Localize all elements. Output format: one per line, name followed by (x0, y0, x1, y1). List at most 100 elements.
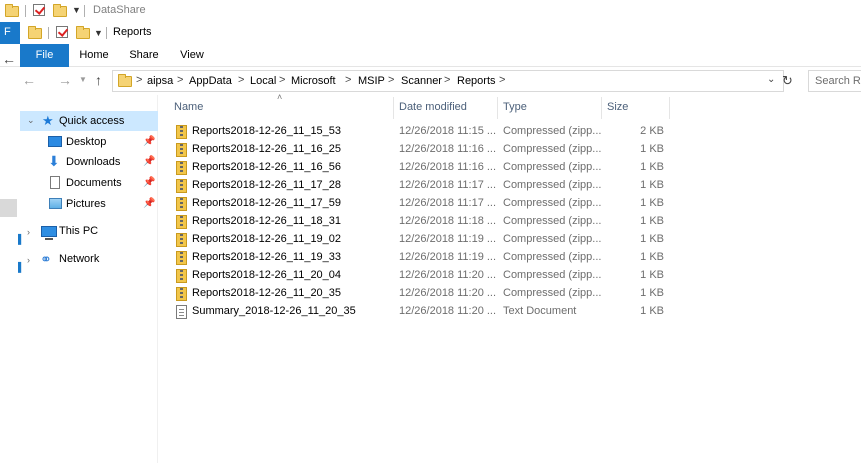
pin-icon: 📌 (143, 177, 156, 188)
zip-file-icon (176, 269, 187, 283)
file-row[interactable]: Reports2018-12-26_11_17_59 12/26/2018 11… (170, 195, 670, 213)
file-size: 2 KB (640, 125, 664, 137)
breadcrumb-separator: > (238, 74, 245, 86)
file-name[interactable]: Summary_2018-12-26_11_20_35 (192, 305, 356, 317)
new-folder-icon[interactable] (53, 4, 67, 17)
sidebar-item-downloads[interactable]: Downloads (66, 156, 120, 168)
folder-icon (28, 26, 42, 39)
file-type: Compressed (zipp... (503, 161, 602, 173)
file-row[interactable]: Reports2018-12-26_11_16_56 12/26/2018 11… (170, 159, 670, 177)
file-row[interactable]: Reports2018-12-26_11_19_02 12/26/2018 11… (170, 231, 670, 249)
file-date-modified: 12/26/2018 11:19 ... (399, 233, 497, 245)
file-row[interactable]: Reports2018-12-26_11_20_35 12/26/2018 11… (170, 285, 670, 303)
background-window-titlebar: ▼ DataShare (0, 0, 861, 22)
file-row[interactable]: Summary_2018-12-26_11_20_35 12/26/2018 1… (170, 303, 670, 321)
column-header-date-modified[interactable]: Date modified (399, 101, 467, 113)
file-row[interactable]: Reports2018-12-26_11_15_53 12/26/2018 11… (170, 123, 670, 141)
background-window-marker: ▌ (18, 262, 25, 272)
column-header-size[interactable]: Size (607, 101, 628, 113)
file-row[interactable]: Reports2018-12-26_11_18_31 12/26/2018 11… (170, 213, 670, 231)
up-button[interactable]: ↑ (95, 72, 102, 88)
file-row[interactable]: Reports2018-12-26_11_17_28 12/26/2018 11… (170, 177, 670, 195)
chevron-right-icon[interactable]: › (27, 255, 30, 265)
desktop-icon (48, 136, 62, 147)
text-file-icon (176, 305, 187, 319)
breadcrumb-scanner[interactable]: Scanner (401, 75, 442, 87)
file-row[interactable]: Reports2018-12-26_11_20_04 12/26/2018 11… (170, 267, 670, 285)
file-name[interactable]: Reports2018-12-26_11_17_28 (192, 179, 341, 191)
properties-check-icon[interactable] (33, 4, 45, 16)
file-name[interactable]: Reports2018-12-26_11_18_31 (192, 215, 341, 227)
tab-file[interactable]: File (20, 44, 69, 67)
file-name[interactable]: Reports2018-12-26_11_20_04 (192, 269, 341, 281)
sidebar-item-desktop[interactable]: Desktop (66, 136, 106, 148)
sidebar-item-documents[interactable]: Documents (66, 177, 122, 189)
zip-file-icon (176, 251, 187, 265)
file-name[interactable]: Reports2018-12-26_11_15_53 (192, 125, 341, 137)
sidebar-item-pictures[interactable]: Pictures (66, 198, 106, 210)
folder-icon (118, 74, 132, 87)
quick-access-toolbar-dropdown-icon[interactable]: ▼ (94, 28, 103, 38)
zip-file-icon (176, 125, 187, 139)
file-size: 1 KB (640, 233, 664, 245)
column-header-type[interactable]: Type (503, 101, 527, 113)
refresh-button[interactable]: ↻ (782, 73, 793, 89)
column-divider[interactable] (393, 97, 394, 119)
tab-share[interactable]: Share (124, 44, 164, 67)
forward-button[interactable]: → (58, 72, 72, 88)
address-bar[interactable]: > aipsa > AppData > Local > Microsoft > … (112, 70, 784, 92)
column-headers: Name Date modified Type Size (170, 97, 670, 119)
breadcrumb-appdata[interactable]: AppData (189, 75, 232, 87)
breadcrumb-reports[interactable]: Reports (457, 75, 496, 87)
file-date-modified: 12/26/2018 11:15 ... (399, 125, 497, 137)
file-name[interactable]: Reports2018-12-26_11_19_02 (192, 233, 341, 245)
sidebar-item-quick-access[interactable]: Quick access (59, 115, 124, 127)
this-pc-icon (41, 226, 57, 237)
breadcrumb-local[interactable]: Local (250, 75, 276, 87)
background-window-edge (0, 199, 17, 217)
breadcrumb-aipsa[interactable]: aipsa (147, 75, 173, 87)
window-titlebar: ▼ Reports (0, 22, 861, 44)
breadcrumb-separator: > (345, 74, 352, 86)
background-window-marker: ▌ (18, 234, 25, 244)
breadcrumb-msip[interactable]: MSIP (358, 75, 385, 87)
tab-home[interactable]: Home (74, 44, 114, 67)
recent-locations-dropdown-icon[interactable]: ▼ (79, 75, 87, 84)
quick-access-toolbar-dropdown-icon[interactable]: ▼ (72, 5, 81, 15)
column-divider[interactable] (601, 97, 602, 119)
file-date-modified: 12/26/2018 11:20 ... (399, 269, 497, 281)
file-size: 1 KB (640, 179, 664, 191)
breadcrumb-separator: > (388, 74, 395, 86)
address-history-dropdown-icon[interactable]: ⌄ (767, 74, 775, 85)
column-divider[interactable] (497, 97, 498, 119)
column-divider[interactable] (669, 97, 670, 119)
properties-check-icon[interactable] (56, 26, 68, 38)
file-name[interactable]: Reports2018-12-26_11_20_35 (192, 287, 341, 299)
file-row[interactable]: Reports2018-12-26_11_19_33 12/26/2018 11… (170, 249, 670, 267)
chevron-down-icon[interactable]: ⌄ (27, 115, 35, 126)
file-date-modified: 12/26/2018 11:17 ... (399, 197, 497, 209)
file-name[interactable]: Reports2018-12-26_11_19_33 (192, 251, 341, 263)
new-folder-icon[interactable] (76, 26, 90, 39)
sidebar-item-network[interactable]: Network (59, 253, 99, 265)
file-type: Compressed (zipp... (503, 125, 602, 137)
file-type: Compressed (zipp... (503, 287, 602, 299)
file-name[interactable]: Reports2018-12-26_11_16_25 (192, 143, 341, 155)
sidebar-item-this-pc[interactable]: This PC (59, 225, 98, 237)
file-size: 1 KB (640, 161, 664, 173)
file-row[interactable]: Reports2018-12-26_11_16_25 12/26/2018 11… (170, 141, 670, 159)
pin-icon: 📌 (143, 198, 156, 209)
search-input[interactable]: Search Rep (808, 70, 861, 92)
toolbar-divider (84, 5, 85, 17)
file-name[interactable]: Reports2018-12-26_11_16_56 (192, 161, 341, 173)
file-name[interactable]: Reports2018-12-26_11_17_59 (192, 197, 341, 209)
file-size: 1 KB (640, 269, 664, 281)
back-button[interactable]: ← (22, 72, 36, 88)
background-file-menu-tab[interactable]: F (0, 22, 20, 44)
breadcrumb-microsoft[interactable]: Microsoft (291, 75, 336, 87)
chevron-right-icon[interactable]: › (27, 227, 30, 237)
column-header-name[interactable]: Name (174, 101, 203, 113)
file-size: 1 KB (640, 197, 664, 209)
tab-view[interactable]: View (172, 44, 212, 67)
background-back-arrow-icon: ← (2, 51, 16, 67)
